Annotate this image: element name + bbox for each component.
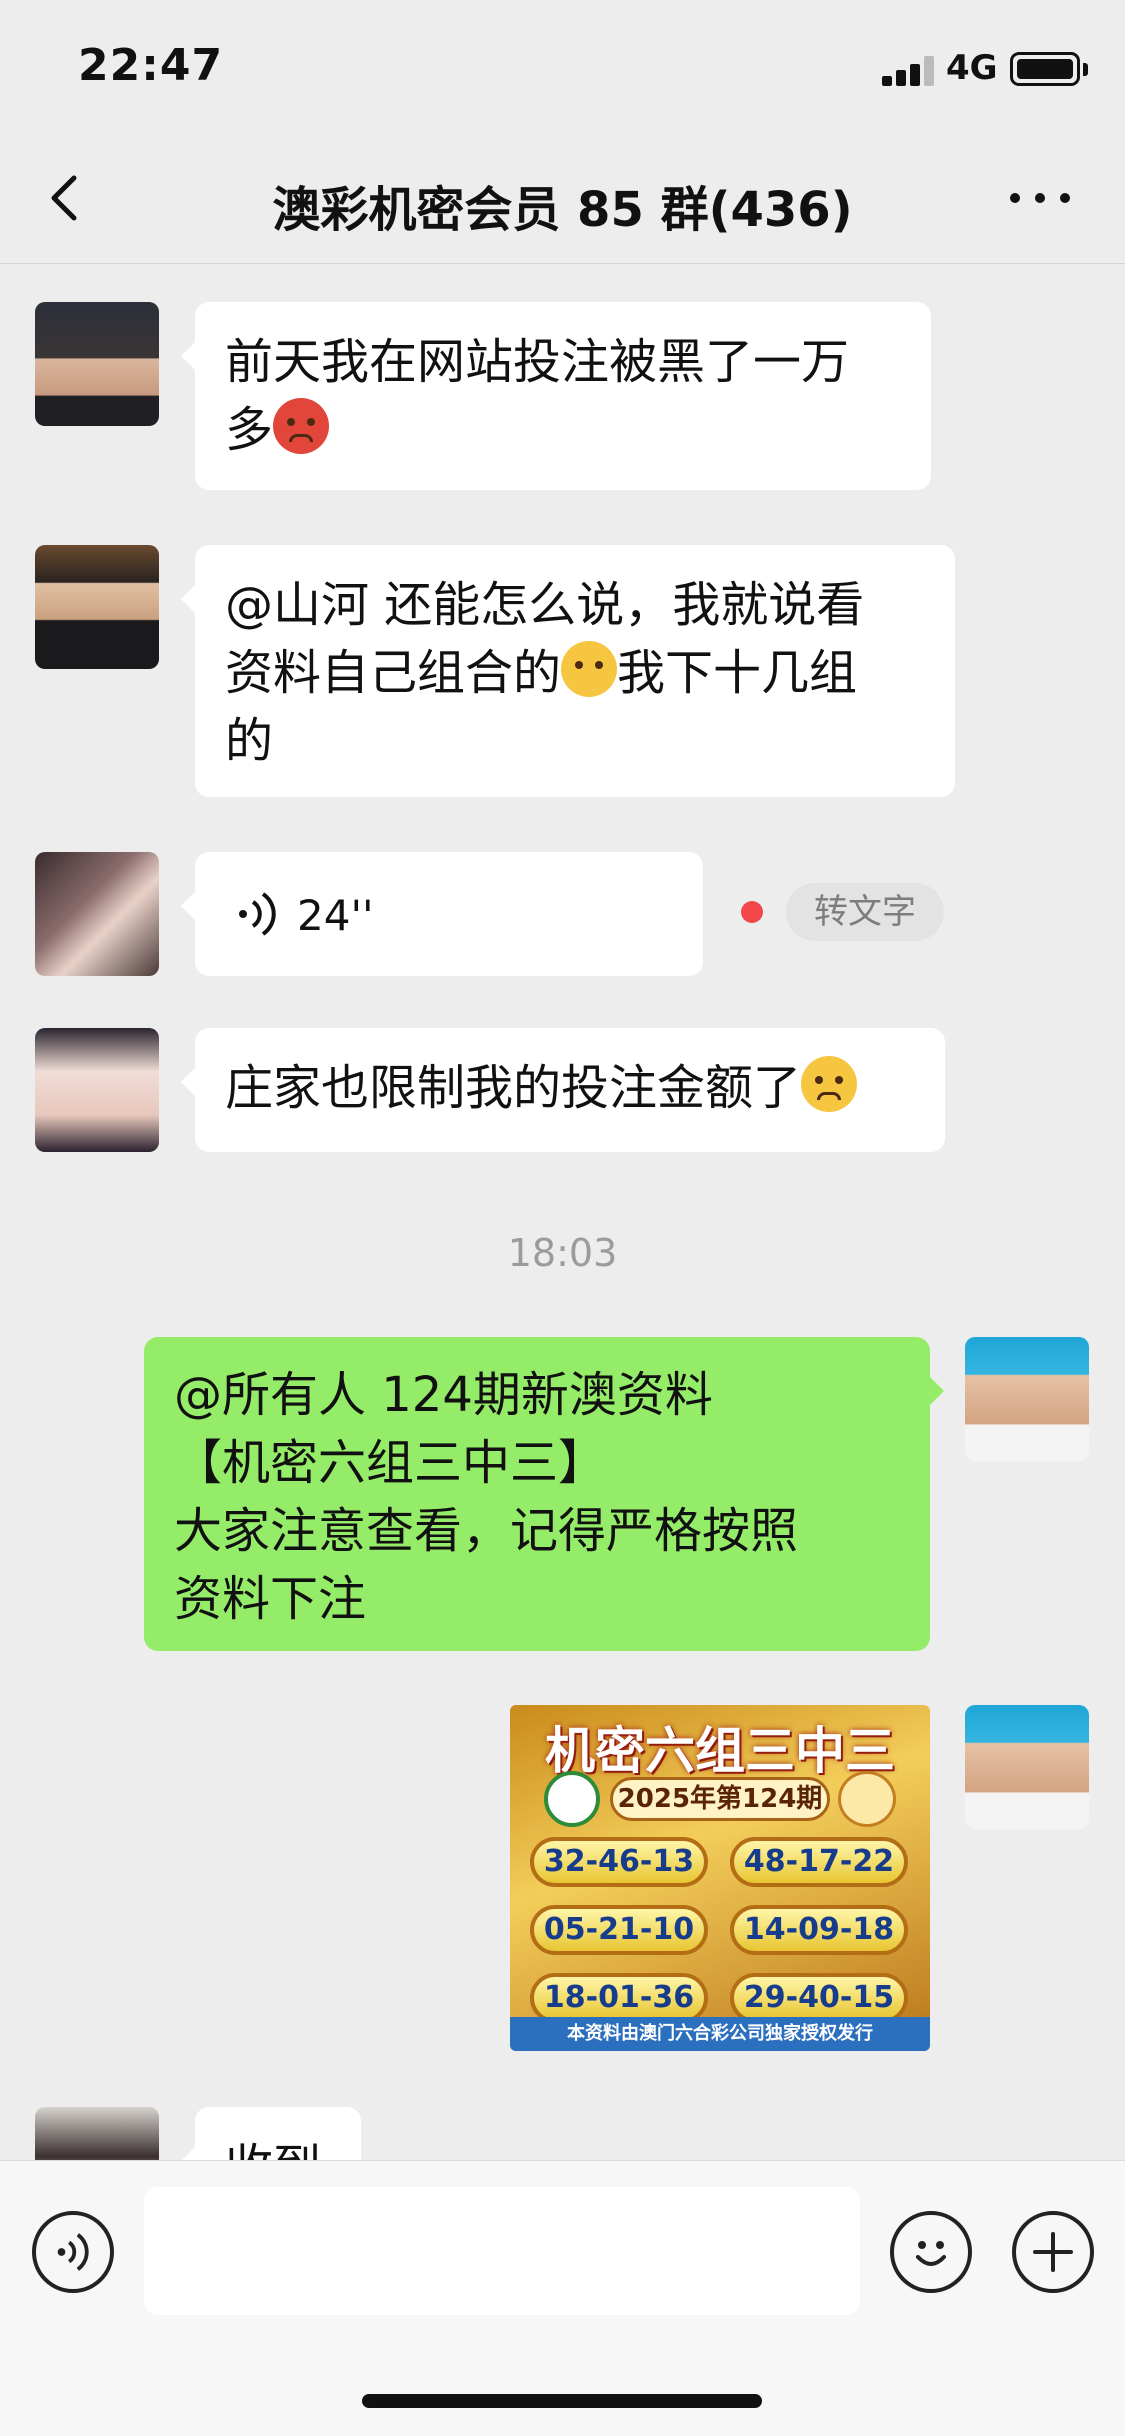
combo-badge: 18-01-36	[530, 1973, 708, 2023]
poster-issue: 2025年第124期	[610, 1777, 830, 1821]
chat-title: 澳彩机密会员 85 群(436)	[272, 182, 853, 238]
thinking-face-emoji	[561, 641, 618, 697]
message-bubble[interactable]: 前天我在网站投注被黑了一万 多	[181, 302, 931, 490]
plus-icon	[1033, 2232, 1073, 2272]
nav-bar: 澳彩机密会员 85 群(436)	[0, 132, 1125, 264]
voice-message[interactable]: 24''	[181, 852, 703, 976]
angry-face-emoji	[273, 398, 330, 454]
unread-indicator	[741, 901, 763, 923]
voice-icon	[57, 2233, 89, 2271]
battery-icon	[1010, 52, 1080, 86]
message-bubble[interactable]: 收到	[181, 2107, 361, 2160]
smiley-icon	[916, 2241, 946, 2266]
status-time: 22:47	[78, 40, 224, 91]
avatar[interactable]	[35, 545, 159, 669]
message-bubble[interactable]: @山河 还能怎么说，我就说看 资料自己组合的 我下十几组 的	[181, 545, 955, 797]
voice-input-button[interactable]	[32, 2211, 114, 2293]
emoji-button[interactable]	[890, 2211, 972, 2293]
avatar[interactable]	[35, 1028, 159, 1152]
message-text: 的	[225, 713, 274, 769]
combo-badge: 05-21-10	[530, 1905, 708, 1955]
combo-badge: 14-09-18	[730, 1905, 908, 1955]
combo-badge: 48-17-22	[730, 1837, 908, 1887]
combo-badge: 32-46-13	[530, 1837, 708, 1887]
message-bubble-self[interactable]: @所有人 124期新澳资料 【机密六组三中三】 大家注意查看，记得严格按照 资料…	[144, 1337, 944, 1651]
message-text: 收到	[225, 2139, 321, 2160]
avatar-self[interactable]	[965, 1705, 1089, 1829]
lottery-poster-image[interactable]: 机密六组三中三 2025年第124期 32-46-13 48-17-22 05-…	[510, 1705, 930, 2051]
more-functions-button[interactable]	[1012, 2211, 1094, 2293]
combo-badge: 29-40-15	[730, 1973, 908, 2023]
home-indicator	[362, 2394, 762, 2408]
message-text: @山河 还能怎么说，我就说看	[225, 577, 865, 633]
voice-duration: 24''	[297, 891, 374, 940]
message-bubble[interactable]: 庄家也限制我的投注金额了	[181, 1028, 945, 1152]
lottery-logo	[838, 1771, 896, 1827]
poster-footer: 本资料由澳门六合彩公司独家授权发行	[510, 2017, 930, 2051]
message-text: 资料自己组合的	[225, 645, 562, 701]
message-text: 我下十几组	[617, 645, 858, 701]
network-label: 4G	[946, 48, 998, 88]
battery-tip	[1083, 63, 1088, 76]
message-text: 【机密六组三中三】	[174, 1435, 607, 1491]
message-text: 多	[225, 402, 274, 458]
avatar[interactable]	[35, 852, 159, 976]
message-text: 前天我在网站投注被黑了一万	[225, 334, 850, 390]
status-bar: 22:47 4G	[0, 0, 1125, 132]
crying-face-emoji	[801, 1056, 858, 1112]
message-text: 庄家也限制我的投注金额了	[225, 1060, 802, 1116]
timestamp: 18:03	[507, 1231, 618, 1275]
message-text: 资料下注	[174, 1571, 367, 1627]
signal-icon	[882, 56, 936, 86]
chat-history[interactable]: 前天我在网站投注被黑了一万 多 @山河 还能怎么说，我就说看 资料自己组合的 我下…	[0, 265, 1125, 2160]
avatar-self[interactable]	[965, 1337, 1089, 1461]
more-options-button[interactable]	[1010, 188, 1070, 208]
voice-wave-icon	[239, 892, 276, 936]
transcribe-button[interactable]: 转文字	[786, 883, 944, 941]
message-text: 大家注意查看，记得严格按照	[174, 1503, 799, 1559]
avatar[interactable]	[35, 2107, 159, 2160]
message-text: @所有人 124期新澳资料	[174, 1367, 713, 1423]
avatar[interactable]	[35, 302, 159, 426]
message-input[interactable]	[144, 2187, 860, 2315]
emblem-logo	[544, 1771, 600, 1827]
